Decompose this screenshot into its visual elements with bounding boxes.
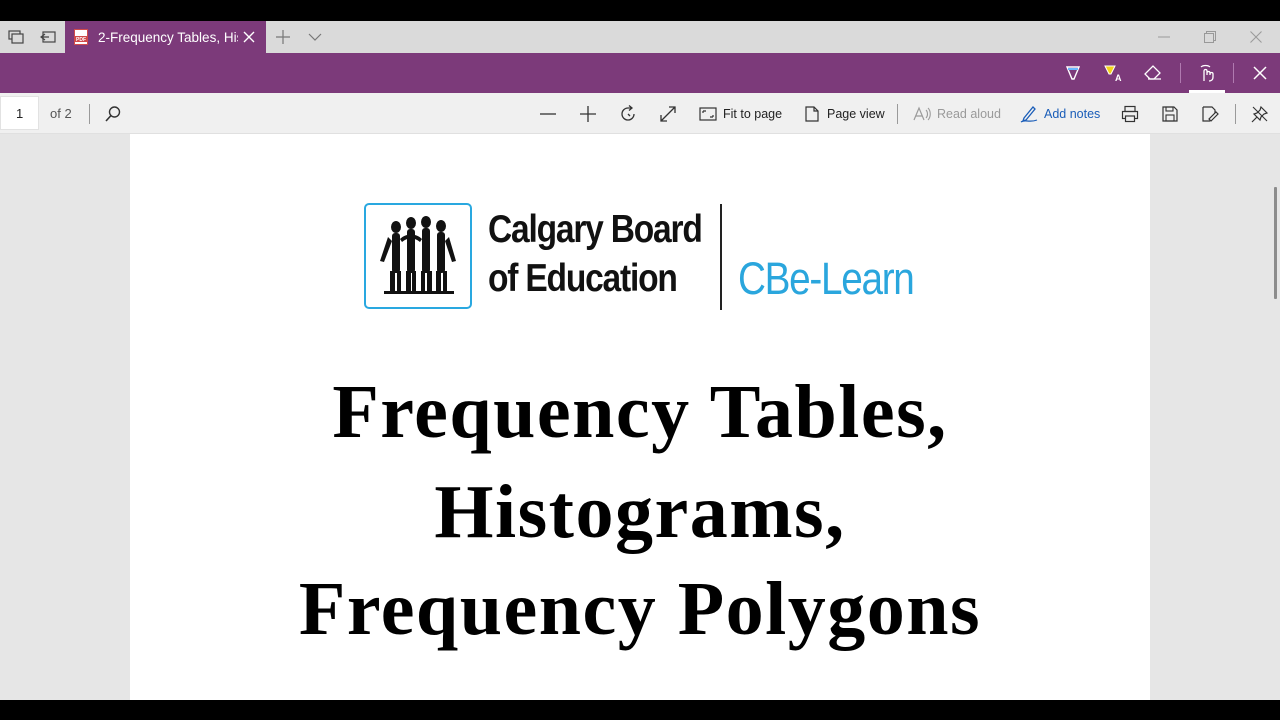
close-window-button[interactable] [1233, 21, 1279, 53]
plus-icon [580, 106, 596, 122]
document-title-line1: Frequency Tables, [332, 370, 948, 454]
read-aloud-label: Read aloud [937, 107, 1001, 121]
tab-set-aside-icon[interactable] [0, 21, 32, 53]
cbe-logo-icon [364, 203, 472, 309]
read-aloud-button[interactable]: Read aloud [913, 98, 1001, 130]
fit-to-page-label: Fit to page [723, 107, 783, 121]
tab-title: 2-Frequency Tables, His [98, 29, 238, 45]
close-tab-icon[interactable] [241, 29, 257, 45]
logo-divider [720, 204, 722, 310]
pdf-icon: PDF [74, 29, 88, 45]
full-screen-button[interactable] [659, 98, 677, 130]
save-button[interactable] [1161, 98, 1179, 130]
page-count: of 2 [50, 106, 72, 121]
document-title-line2: Histograms, [434, 470, 846, 554]
fit-page-icon [699, 107, 717, 121]
highlighter-icon[interactable]: A [1093, 53, 1133, 93]
document-title-line3: Frequency Polygons [298, 567, 982, 651]
active-tab[interactable]: PDF 2-Frequency Tables, His [65, 21, 266, 53]
print-icon [1121, 105, 1139, 123]
rotate-icon [621, 105, 635, 121]
page-view-button[interactable]: Page view [803, 98, 885, 130]
pdf-page: Calgary Board of Education CBe-Learn Fre… [130, 134, 1150, 700]
print-button[interactable] [1121, 98, 1139, 130]
browser-window: PDF 2-Frequency Tables, His A 1 of 2 Fit… [0, 0, 1280, 720]
ink-separator [1233, 63, 1234, 83]
brand-name: CBe-Learn [738, 253, 915, 304]
eraser-icon[interactable] [1133, 53, 1173, 93]
svg-text:A: A [1115, 73, 1122, 82]
page-view-icon [805, 106, 819, 122]
find-button[interactable] [104, 98, 122, 130]
new-tab-icon[interactable] [267, 21, 299, 53]
ink-toolbar: A [0, 53, 1280, 93]
unpin-toolbar-button[interactable] [1251, 98, 1269, 130]
vertical-scrollbar[interactable] [1274, 187, 1277, 299]
pin-icon [1251, 105, 1269, 123]
document-viewport[interactable]: Calgary Board of Education CBe-Learn Fre… [0, 134, 1280, 700]
page-number-input[interactable]: 1 [0, 96, 39, 130]
close-ink-icon[interactable] [1240, 53, 1280, 93]
pen-notes-icon [1020, 106, 1038, 123]
toolbar-separator [1235, 104, 1236, 124]
search-icon [105, 106, 121, 122]
pdf-toolbar: 1 of 2 Fit to page Page view Read aloud … [0, 93, 1280, 134]
svg-text:PDF: PDF [76, 37, 86, 43]
zoom-out-button[interactable] [539, 98, 557, 130]
org-name-line2: of Education [488, 257, 678, 300]
restore-button[interactable] [1187, 21, 1233, 53]
save-as-button[interactable] [1201, 98, 1219, 130]
org-name-line1: Calgary Board [488, 208, 703, 251]
read-aloud-icon [913, 106, 931, 121]
tabs-aside-icon[interactable] [32, 21, 64, 53]
tab-bar: PDF 2-Frequency Tables, His [0, 21, 1280, 53]
minus-icon [540, 113, 556, 115]
minimize-button[interactable] [1141, 21, 1187, 53]
screen-bottom-border [0, 700, 1280, 720]
touch-writing-icon[interactable] [1187, 53, 1227, 93]
ballpoint-pen-icon[interactable] [1053, 53, 1093, 93]
save-icon [1162, 106, 1178, 122]
zoom-in-button[interactable] [579, 98, 597, 130]
fit-to-page-button[interactable]: Fit to page [699, 98, 782, 130]
expand-icon [660, 106, 676, 122]
tab-preview-chevron-icon[interactable] [299, 21, 331, 53]
rotate-button[interactable] [619, 98, 637, 130]
toolbar-separator [89, 104, 90, 124]
add-notes-label: Add notes [1044, 107, 1101, 121]
add-notes-button[interactable]: Add notes [1020, 98, 1100, 130]
toolbar-separator [897, 104, 898, 124]
save-as-icon [1202, 106, 1219, 122]
ink-separator [1180, 63, 1181, 83]
page-view-label: Page view [827, 107, 885, 121]
